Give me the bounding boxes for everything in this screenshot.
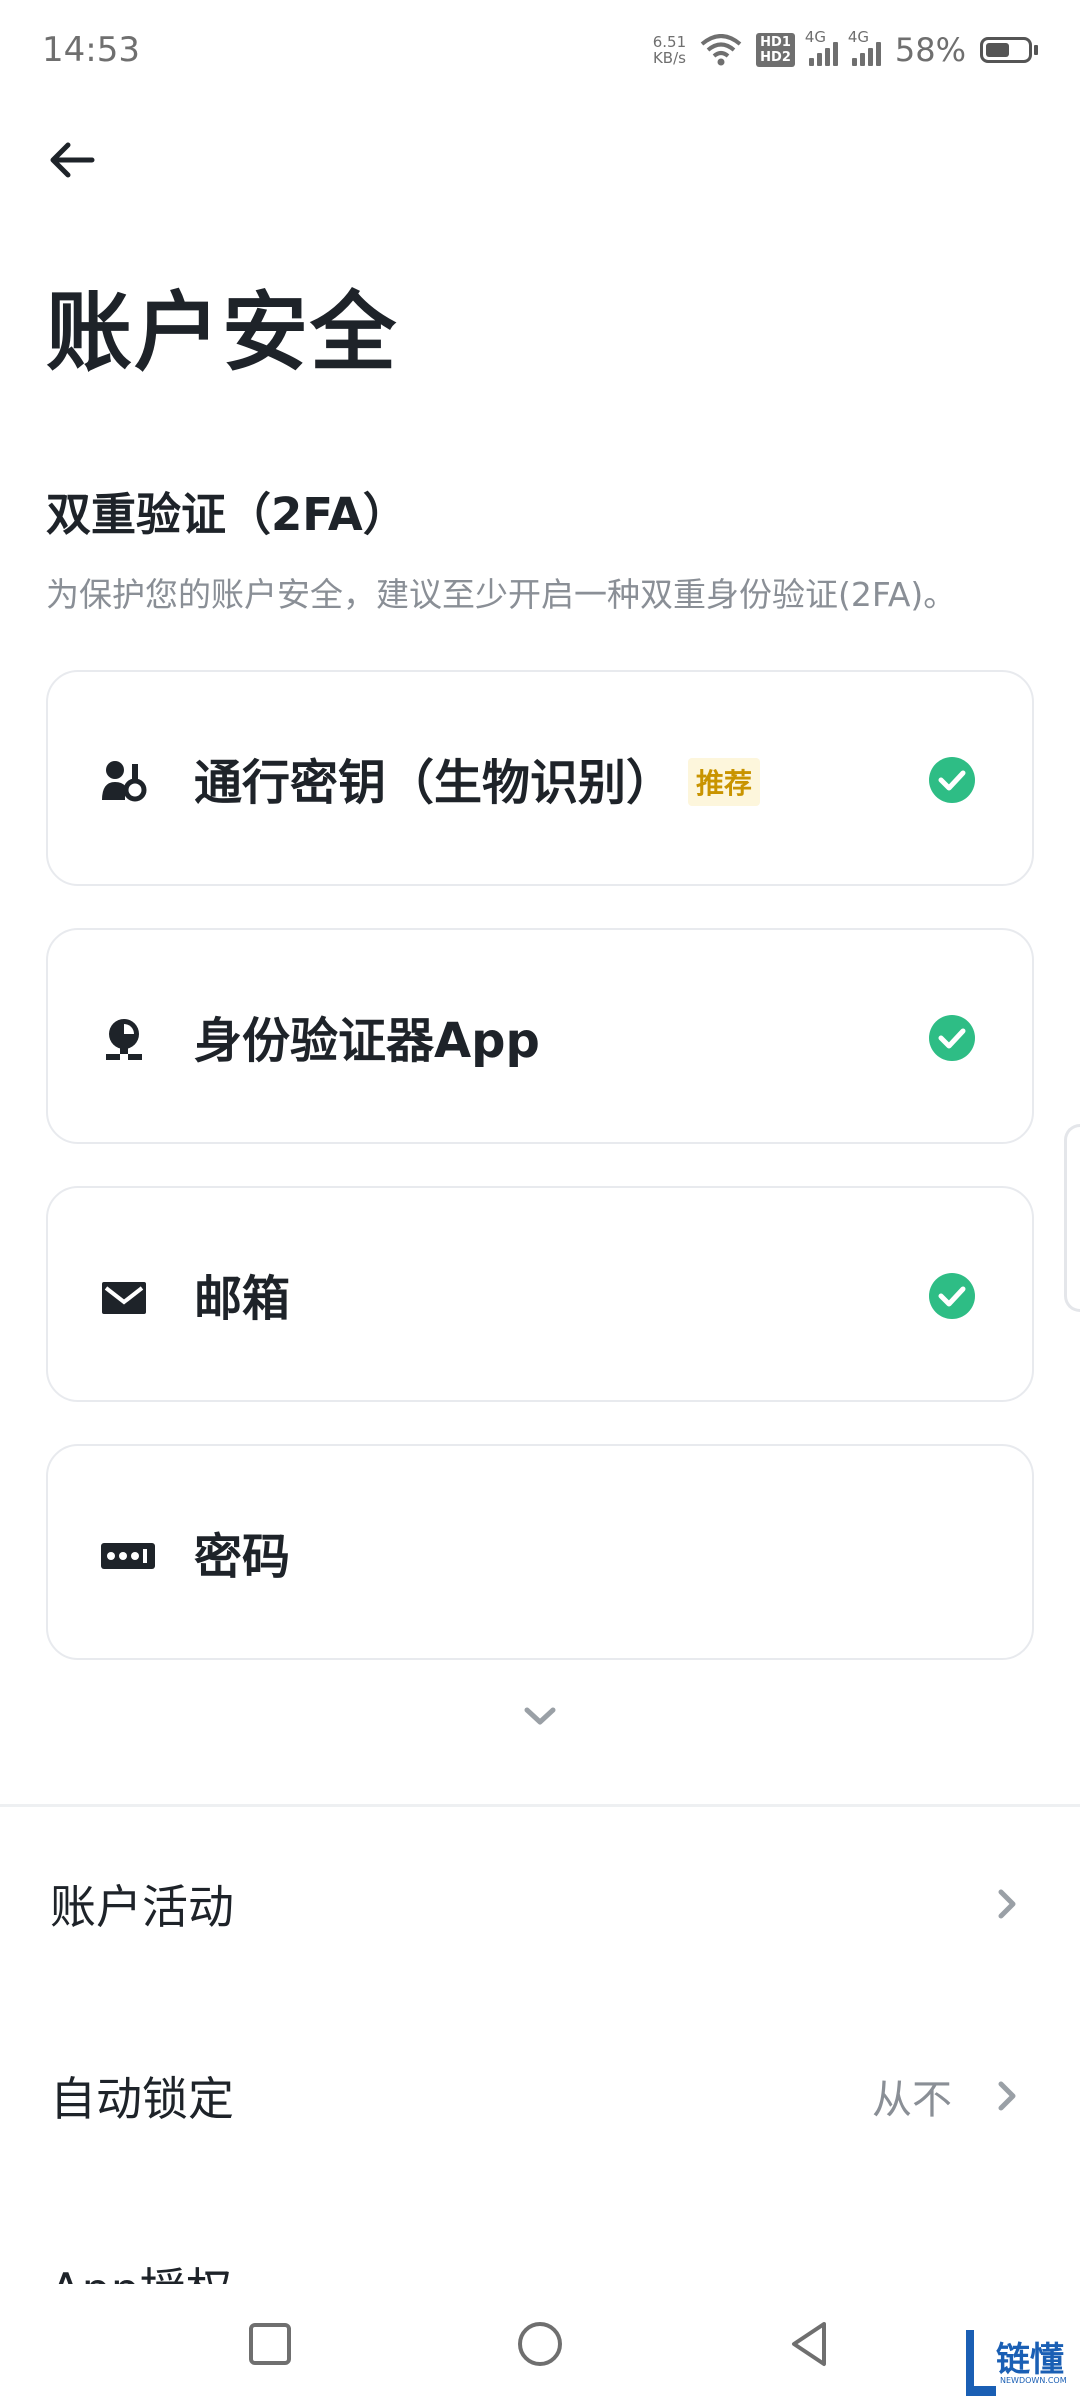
- hd-badge: HD1 HD2: [756, 33, 795, 67]
- app-authorization-row[interactable]: App授权: [50, 2254, 232, 2284]
- auto-lock-label: 自动锁定: [50, 2072, 234, 2126]
- chevron-right-icon: [998, 1889, 1016, 1919]
- battery-fill: [986, 43, 1010, 57]
- battery-percent: 58%: [894, 31, 966, 69]
- two-factor-heading: 双重验证（2FA）: [46, 488, 408, 541]
- email-card[interactable]: 邮箱: [46, 1186, 1034, 1402]
- recommended-badge: 推荐: [688, 758, 761, 806]
- authenticator-card[interactable]: 身份验证器App: [46, 928, 1034, 1144]
- watermark-logo: 链懂 NEWDOWN.COM: [960, 2326, 1080, 2400]
- signal-icon-2: 4G: [848, 28, 881, 66]
- authenticator-icon: [106, 1019, 142, 1060]
- app-authorization-label: App授权: [50, 2263, 232, 2284]
- home-circle-icon[interactable]: [510, 2314, 570, 2374]
- auto-lock-row[interactable]: 自动锁定 从不: [0, 2026, 1080, 2166]
- arrow-left-icon: [50, 142, 95, 178]
- password-icon: [101, 1543, 155, 1569]
- check-circle-icon: [929, 1015, 975, 1061]
- account-activity-row[interactable]: 账户活动: [0, 1834, 1080, 1974]
- watermark-subtext: NEWDOWN.COM: [1000, 2376, 1067, 2385]
- watermark-text: 链懂: [996, 2340, 1064, 2380]
- account-activity-label: 账户活动: [50, 1880, 234, 1934]
- watermark-l-icon: [966, 2330, 996, 2396]
- auto-lock-value: 从不: [872, 2077, 952, 2123]
- password-label: 密码: [194, 1529, 291, 1585]
- network-type-1: 4G: [804, 28, 827, 46]
- wifi-icon: [700, 34, 742, 66]
- email-label: 邮箱: [194, 1271, 291, 1327]
- status-bar: 14:53 6.51 KB/s HD1 HD2 4G 4G 58%: [0, 0, 1080, 100]
- section-divider: [0, 1804, 1080, 1807]
- passkey-icon: [102, 761, 147, 802]
- hd1-label: HD1: [760, 35, 791, 50]
- password-card[interactable]: 密码: [46, 1444, 1034, 1660]
- status-time: 14:53: [42, 30, 140, 70]
- passkey-label-wrap: 通行密钥（生物识别） 推荐: [194, 743, 761, 813]
- chevron-right-icon: [998, 2081, 1016, 2111]
- signal-icon-1: 4G: [805, 28, 838, 66]
- network-speed-value: 6.51: [652, 33, 687, 51]
- battery-icon: [980, 37, 1038, 63]
- back-triangle-icon[interactable]: [780, 2314, 840, 2374]
- system-nav-bar: [0, 2284, 1080, 2400]
- passkey-card[interactable]: 通行密钥（生物识别） 推荐: [46, 670, 1034, 886]
- network-speed: 6.51 KB/s: [653, 34, 686, 66]
- email-icon: [102, 1282, 146, 1314]
- two-factor-description: 为保护您的账户安全，建议至少开启一种双重身份验证(2FA)。: [46, 575, 957, 614]
- edge-scroll-handle[interactable]: [1064, 1124, 1080, 1312]
- passkey-label: 通行密钥（生物识别）: [194, 755, 675, 811]
- authenticator-label: 身份验证器App: [194, 1013, 540, 1069]
- chevron-down-icon[interactable]: [522, 1702, 558, 1730]
- back-button[interactable]: [46, 140, 106, 190]
- hd2-label: HD2: [760, 50, 791, 65]
- check-circle-icon: [929, 1273, 975, 1319]
- network-speed-unit: KB/s: [652, 49, 686, 67]
- network-type-2: 4G: [847, 28, 870, 46]
- status-icons: 6.51 KB/s HD1 HD2 4G 4G 58%: [653, 28, 1038, 69]
- recent-apps-square-icon[interactable]: [240, 2314, 300, 2374]
- check-circle-icon: [929, 757, 975, 803]
- page-title: 账户安全: [46, 283, 398, 383]
